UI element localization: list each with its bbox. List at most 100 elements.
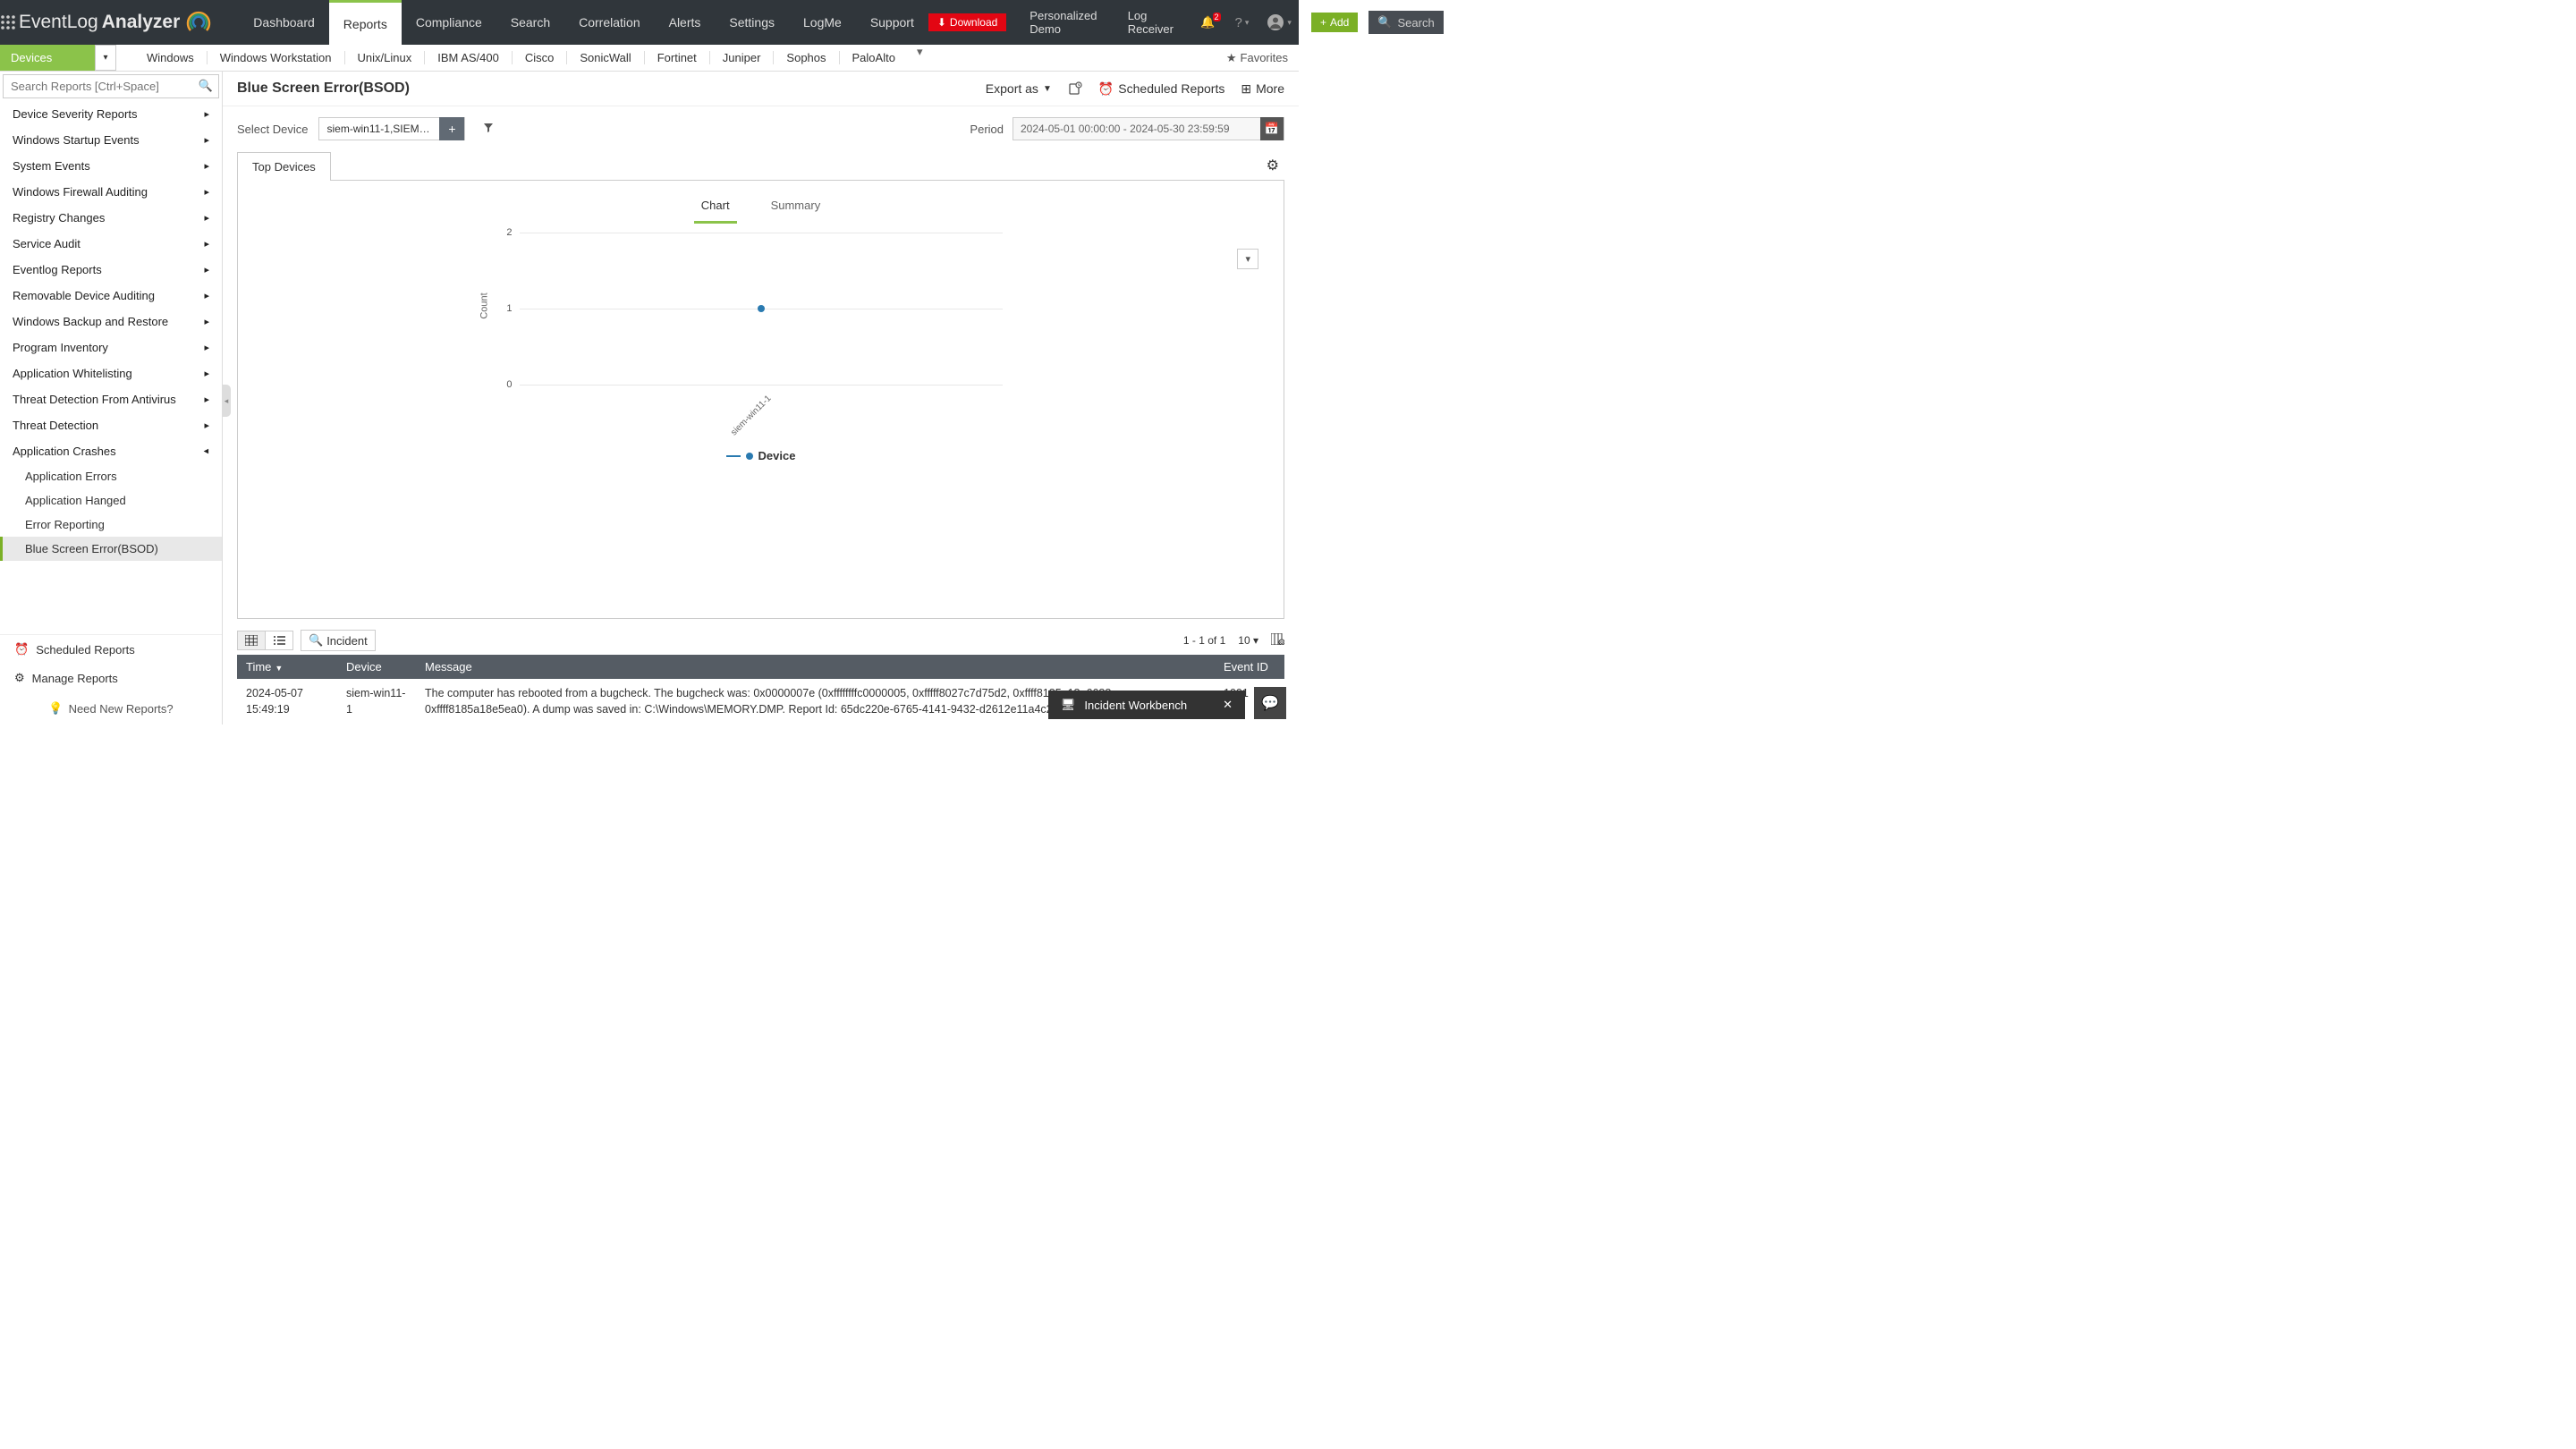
sidebar-subitem-application-errors[interactable]: Application Errors <box>0 464 222 488</box>
help-icon[interactable]: ? ▾ <box>1226 0 1258 45</box>
personalized-demo-link[interactable]: Personalized Demo <box>1019 9 1116 36</box>
incident-button[interactable]: 🔍 Incident <box>301 630 376 651</box>
sidebar-subitem-blue-screen-error-bsod-[interactable]: Blue Screen Error(BSOD) <box>0 537 222 561</box>
subtab-windows[interactable]: Windows <box>134 51 208 64</box>
download-button[interactable]: ⬇ Download <box>928 13 1006 31</box>
device-select[interactable]: siem-win11-1,SIEM-W2... + <box>318 117 465 140</box>
tab-settings[interactable]: Settings <box>715 0 789 45</box>
sidebar-item-application-whitelisting[interactable]: Application Whitelisting▸ <box>0 360 222 386</box>
period-input[interactable]: 2024-05-01 00:00:00 - 2024-05-30 23:59:5… <box>1013 117 1284 140</box>
subtab-sonicwall[interactable]: SonicWall <box>567 51 644 64</box>
sidebar-item-application-crashes[interactable]: Application Crashes▾ <box>0 438 222 464</box>
sidebar-item-service-audit[interactable]: Service Audit▸ <box>0 231 222 257</box>
search-icon[interactable]: 🔍 <box>199 79 213 93</box>
sidebar-item-registry-changes[interactable]: Registry Changes▸ <box>0 205 222 231</box>
chat-button[interactable]: 💬 <box>1254 687 1286 719</box>
chevron-right-icon: ▸ <box>204 316 209 327</box>
subtab-juniper[interactable]: Juniper <box>710 51 775 64</box>
subtab-paloalto[interactable]: PaloAlto <box>840 51 908 64</box>
sidebar-item-removable-device-auditing[interactable]: Removable Device Auditing▸ <box>0 283 222 309</box>
subtab-fortinet[interactable]: Fortinet <box>645 51 710 64</box>
user-avatar-icon[interactable]: ▾ <box>1258 0 1301 45</box>
tab-dashboard[interactable]: Dashboard <box>239 0 329 45</box>
chevron-right-icon: ▾ <box>201 449 213 454</box>
sidebar-scheduled-reports[interactable]: ⏰ Scheduled Reports <box>0 635 222 664</box>
tab-support[interactable]: Support <box>856 0 928 45</box>
col-message[interactable]: Message <box>416 655 1215 679</box>
tab-top-devices[interactable]: Top Devices <box>237 152 331 181</box>
star-icon: ★ <box>1226 51 1237 65</box>
chart-settings-icon[interactable]: ⚙ <box>1261 151 1284 180</box>
sidebar-search[interactable]: 🔍 <box>3 74 219 98</box>
chart-tab-chart[interactable]: Chart <box>694 195 737 224</box>
favorites-link[interactable]: ★ Favorites <box>1216 45 1299 71</box>
need-label: Need New Reports? <box>69 702 174 716</box>
tab-search[interactable]: Search <box>496 0 564 45</box>
xtick-label: siem-win11-1 <box>729 394 773 437</box>
schedule-export-icon[interactable] <box>1068 81 1082 96</box>
sidebar-manage-reports[interactable]: ⚙ Manage Reports <box>0 664 222 692</box>
subtab-windows-workstation[interactable]: Windows Workstation <box>208 51 345 64</box>
subtab-sophos[interactable]: Sophos <box>774 51 839 64</box>
col-device[interactable]: Device <box>337 655 416 679</box>
more-device-types[interactable]: ▾ <box>908 45 932 71</box>
sidebar-item-windows-firewall-auditing[interactable]: Windows Firewall Auditing▸ <box>0 179 222 205</box>
chart-tab-summary[interactable]: Summary <box>764 195 828 224</box>
tab-alerts[interactable]: Alerts <box>655 0 716 45</box>
add-device-button[interactable]: + <box>439 117 464 140</box>
sidebar-subitem-error-reporting[interactable]: Error Reporting <box>0 513 222 537</box>
page-size-dropdown[interactable]: 10 ▾ <box>1238 634 1258 647</box>
calendar-icon[interactable]: 📅 <box>1260 117 1284 140</box>
global-search[interactable]: 🔍 Search <box>1368 11 1443 34</box>
grid-view-button[interactable] <box>238 631 265 649</box>
list-view-button[interactable] <box>265 631 292 649</box>
chart-outer-tabs: Top Devices ⚙ <box>237 151 1284 181</box>
subtab-ibm-as-400[interactable]: IBM AS/400 <box>425 51 513 64</box>
sidebar-item-program-inventory[interactable]: Program Inventory▸ <box>0 335 222 360</box>
chevron-down-icon[interactable]: ▾ <box>95 45 116 71</box>
header-actions: Export as ▼ ⏰ Scheduled Reports ⊞ More <box>986 81 1284 97</box>
chart-type-dropdown[interactable]: ▾ <box>1237 249 1258 269</box>
sidebar-item-device-severity-reports[interactable]: Device Severity Reports▸ <box>0 101 222 127</box>
add-button[interactable]: +Add <box>1311 13 1358 32</box>
sidebar-subitem-application-hanged[interactable]: Application Hanged <box>0 488 222 513</box>
sidebar-item-windows-backup-and-restore[interactable]: Windows Backup and Restore▸ <box>0 309 222 335</box>
apps-grid-icon[interactable] <box>0 14 16 30</box>
tab-logme[interactable]: LogMe <box>789 0 856 45</box>
chevron-right-icon: ▸ <box>204 368 209 379</box>
col-event-id[interactable]: Event ID <box>1215 655 1284 679</box>
sidebar-item-system-events[interactable]: System Events▸ <box>0 153 222 179</box>
log-receiver-link[interactable]: Log Receiver <box>1117 9 1191 36</box>
sidebar-item-eventlog-reports[interactable]: Eventlog Reports▸ <box>0 257 222 283</box>
more-label: More <box>1256 81 1284 96</box>
sidebar-collapse-handle[interactable]: ◂ <box>223 385 231 417</box>
product-logo[interactable]: EventLog Analyzer <box>16 9 230 36</box>
tab-compliance[interactable]: Compliance <box>402 0 496 45</box>
close-icon[interactable]: ✕ <box>1223 698 1233 712</box>
column-settings-icon[interactable]: ⚙ <box>1271 633 1284 648</box>
data-point[interactable] <box>758 305 765 312</box>
tab-reports[interactable]: Reports <box>329 0 402 45</box>
export-as-dropdown[interactable]: Export as ▼ <box>986 81 1052 96</box>
devices-dropdown[interactable]: Devices ▾ <box>0 45 116 71</box>
sidebar-item-threat-detection-from-antivirus[interactable]: Threat Detection From Antivirus▸ <box>0 386 222 412</box>
scheduled-reports-link[interactable]: ⏰ Scheduled Reports <box>1098 81 1225 97</box>
notifications-icon[interactable]: 🔔2 <box>1190 15 1225 30</box>
subtab-unix-linux[interactable]: Unix/Linux <box>345 51 426 64</box>
y-axis-label: Count <box>479 292 489 318</box>
need-new-reports[interactable]: 💡 Need New Reports? <box>0 692 222 724</box>
workbench-label: Incident Workbench <box>1084 699 1187 712</box>
incident-workbench-button[interactable]: 🖥 Incident Workbench ✕ <box>1048 691 1245 719</box>
col-time[interactable]: Time▼ <box>237 655 337 679</box>
sidebar-item-threat-detection[interactable]: Threat Detection▸ <box>0 412 222 438</box>
chevron-down-icon: ▼ <box>1043 84 1052 94</box>
subtab-cisco[interactable]: Cisco <box>513 51 568 64</box>
sidebar-search-input[interactable] <box>4 75 218 97</box>
clock-icon: ⏰ <box>14 642 29 657</box>
search-placeholder: Search <box>1398 16 1435 30</box>
filter-icon[interactable] <box>476 123 501 136</box>
more-menu[interactable]: ⊞ More <box>1241 81 1284 97</box>
tab-correlation[interactable]: Correlation <box>564 0 654 45</box>
sidebar-item-windows-startup-events[interactable]: Windows Startup Events▸ <box>0 127 222 153</box>
sidebar-items: Device Severity Reports▸Windows Startup … <box>0 101 222 634</box>
